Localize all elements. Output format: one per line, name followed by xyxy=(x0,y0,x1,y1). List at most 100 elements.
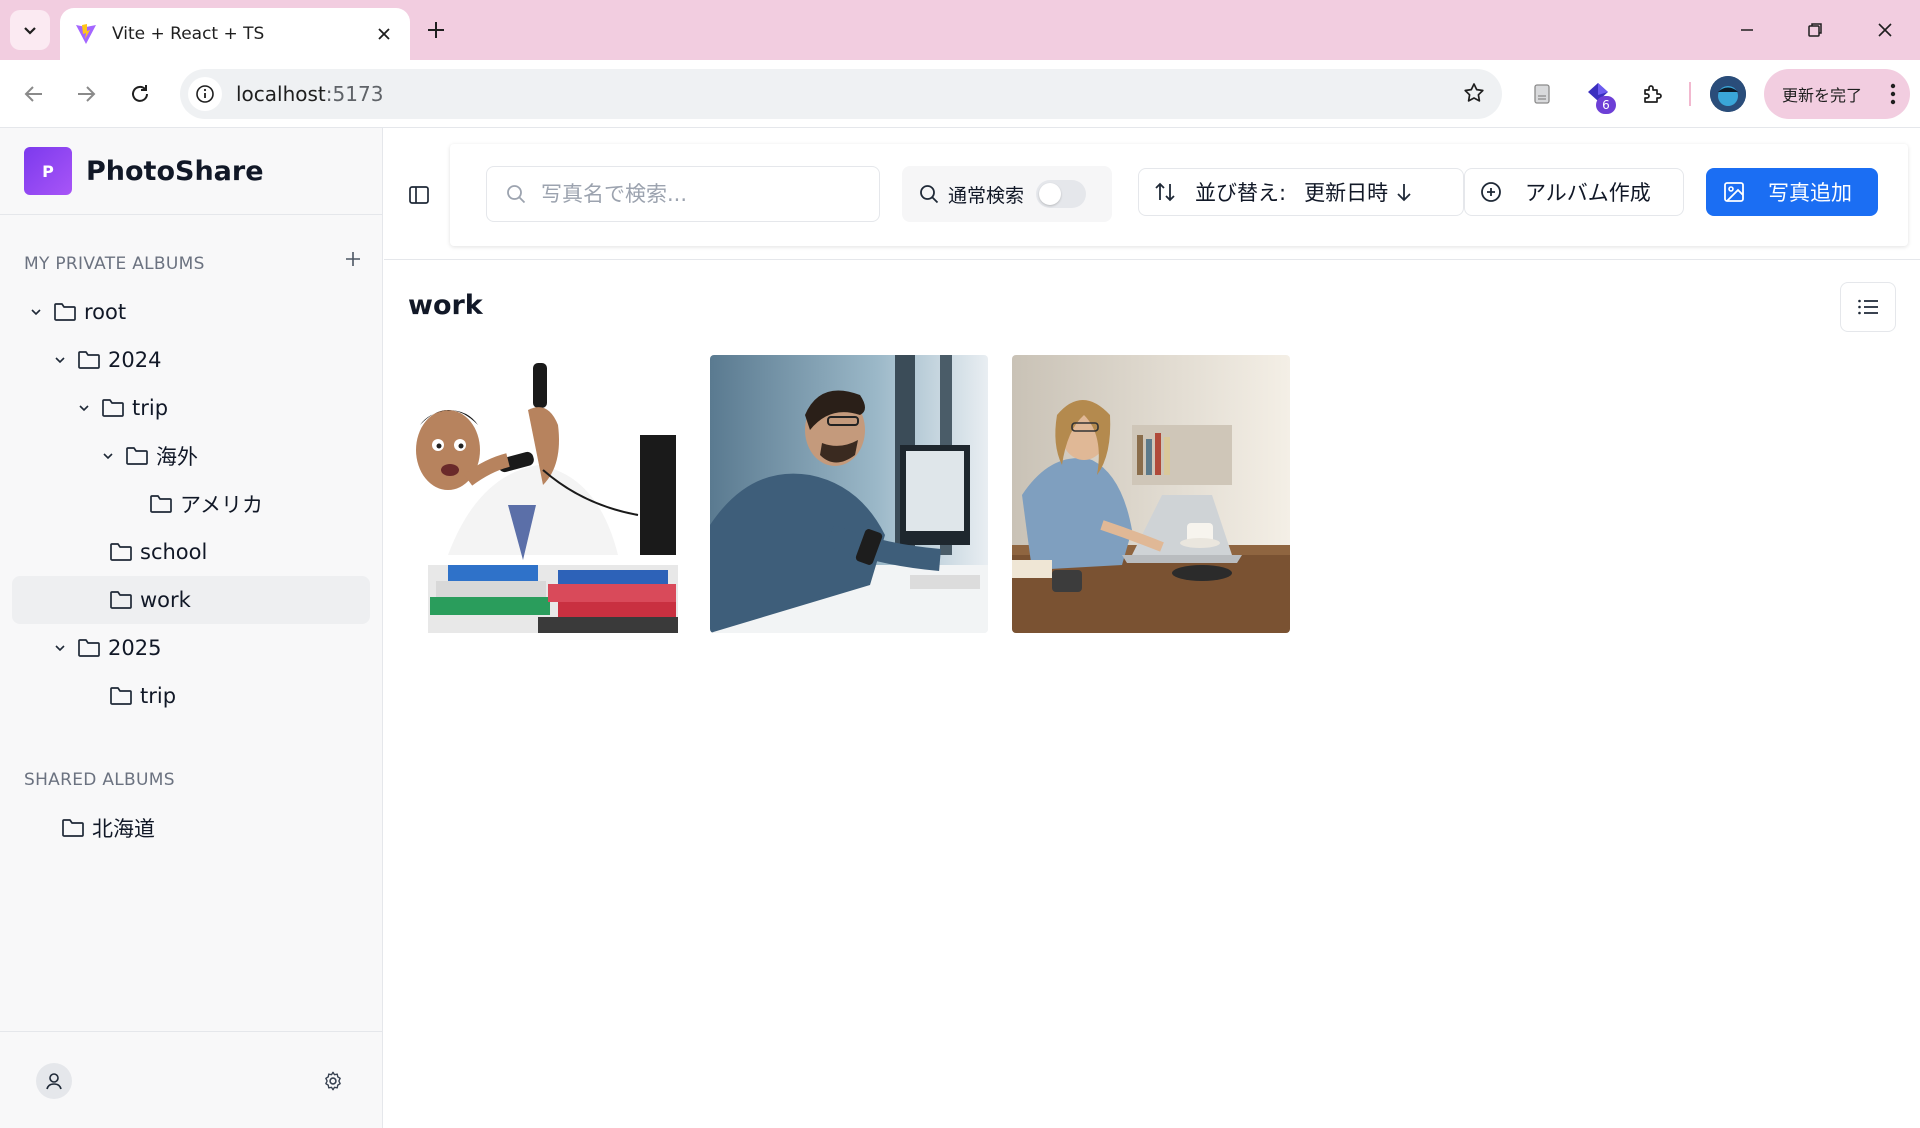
album-item-root[interactable]: root xyxy=(26,288,366,336)
album-item-school[interactable]: school xyxy=(102,528,366,576)
album-label: trip xyxy=(140,684,177,708)
sort-arrows-icon xyxy=(1155,182,1175,202)
album-item-2024[interactable]: 2024 xyxy=(50,336,366,384)
man-at-computer-photo xyxy=(710,355,988,633)
album-item-trip-2025[interactable]: trip xyxy=(102,672,366,720)
chevron-down-icon xyxy=(103,453,113,460)
header-divider xyxy=(384,259,1920,260)
view-mode-button[interactable] xyxy=(1840,282,1896,332)
album-label: 2025 xyxy=(108,636,162,660)
more-menu-button[interactable] xyxy=(1890,83,1896,109)
reading-mode-button[interactable] xyxy=(1522,74,1562,114)
album-item-overseas[interactable]: 海外 xyxy=(98,432,366,480)
back-button[interactable] xyxy=(14,74,54,114)
sidebar: P PhotoShare MY PRIVATE ALBUMS root 2024… xyxy=(0,128,383,1128)
plus-circle-icon xyxy=(1481,182,1501,202)
woman-on-laptop-photo xyxy=(1012,355,1290,633)
image-icon xyxy=(1724,182,1744,202)
chevron-down-icon xyxy=(24,27,36,35)
chevron-down-icon xyxy=(55,645,65,652)
expand-toggle[interactable] xyxy=(74,398,94,418)
extensions-menu-button[interactable] xyxy=(1632,74,1672,114)
sidebar-toggle-button[interactable] xyxy=(404,180,434,210)
album-label: school xyxy=(140,540,208,564)
add-album-button[interactable] xyxy=(340,246,366,272)
sort-value: 更新日時 xyxy=(1304,181,1389,205)
album-label: 2024 xyxy=(108,348,162,372)
site-info-button[interactable] xyxy=(188,77,222,111)
settings-button[interactable] xyxy=(318,1066,348,1096)
restore-button[interactable] xyxy=(1788,8,1842,52)
close-tab-button[interactable] xyxy=(372,22,396,46)
update-chrome-button[interactable]: 更新を完了 xyxy=(1764,69,1910,119)
toolbar-divider xyxy=(1689,82,1691,106)
plus-icon xyxy=(346,252,360,266)
shared-album-item-hokkaido[interactable]: 北海道 xyxy=(54,804,366,852)
album-item-america[interactable]: アメリカ xyxy=(142,480,366,528)
album-label: trip xyxy=(132,396,169,420)
sort-button[interactable]: 並び替え: 更新日時 xyxy=(1138,168,1464,216)
top-toolbar: 通常検索 並び替え: 更新日時 アルバム作成 写真追加 xyxy=(450,144,1908,246)
album-label: 北海道 xyxy=(92,817,155,841)
folder-icon xyxy=(108,539,134,565)
chevron-down-icon xyxy=(79,405,89,412)
folder-icon xyxy=(76,347,102,373)
browser-toolbar: localhost:5173 6 更新を完了 xyxy=(0,60,1920,128)
bookmark-star-button[interactable] xyxy=(1462,81,1486,109)
folder-icon xyxy=(108,587,134,613)
album-label: work xyxy=(140,588,191,612)
photo-thumbnail[interactable] xyxy=(710,355,988,633)
search-mode-switch[interactable] xyxy=(1036,180,1087,208)
expand-toggle[interactable] xyxy=(50,638,70,658)
search-box[interactable] xyxy=(486,166,880,222)
search-mode-label: 通常検索 xyxy=(948,184,1025,207)
stressed-man-phones-photo xyxy=(408,355,686,633)
photo-thumbnail[interactable] xyxy=(408,355,686,633)
address-bar[interactable]: localhost:5173 xyxy=(180,69,1502,119)
forward-button[interactable] xyxy=(66,74,106,114)
album-item-work[interactable]: work xyxy=(12,576,370,624)
album-item-trip[interactable]: trip xyxy=(74,384,366,432)
star-icon xyxy=(1464,83,1484,102)
extension-button[interactable]: 6 xyxy=(1578,74,1618,114)
gear-icon xyxy=(325,1071,341,1091)
arrow-right-icon xyxy=(78,86,96,102)
browser-tab-bar: Vite + React + TS xyxy=(0,0,1920,60)
tab-list-button[interactable] xyxy=(10,10,50,50)
puzzle-icon xyxy=(1644,85,1662,103)
folder-icon xyxy=(100,395,126,421)
search-icon xyxy=(507,185,526,204)
expand-toggle[interactable] xyxy=(98,446,118,466)
folder-icon xyxy=(124,443,150,469)
close-icon xyxy=(1878,23,1892,37)
album-title: work xyxy=(408,290,483,321)
expand-toggle[interactable] xyxy=(50,350,70,370)
user-account-button[interactable] xyxy=(36,1063,72,1099)
chevron-down-icon xyxy=(31,309,41,316)
minimize-button[interactable] xyxy=(1720,8,1774,52)
search-input[interactable] xyxy=(541,182,841,206)
folder-icon xyxy=(148,491,174,517)
reload-button[interactable] xyxy=(120,74,160,114)
search-mode-toggle[interactable]: 通常検索 xyxy=(902,166,1112,222)
browser-tab[interactable]: Vite + React + TS xyxy=(60,8,410,60)
close-window-button[interactable] xyxy=(1858,8,1912,52)
expand-toggle[interactable] xyxy=(26,302,46,322)
brand-name: PhotoShare xyxy=(86,155,264,187)
create-album-button[interactable]: アルバム作成 xyxy=(1464,168,1684,216)
album-label: アメリカ xyxy=(180,493,263,517)
photo-grid xyxy=(408,355,1290,633)
vite-logo-icon xyxy=(76,24,96,44)
add-photo-button[interactable]: 写真追加 xyxy=(1706,168,1878,216)
folder-icon xyxy=(52,299,78,325)
new-tab-button[interactable] xyxy=(418,12,454,48)
photo-thumbnail[interactable] xyxy=(1012,355,1290,633)
profile-avatar[interactable] xyxy=(1710,76,1746,112)
add-photo-label: 写真追加 xyxy=(1768,181,1852,205)
list-icon xyxy=(1858,299,1878,315)
brand: P PhotoShare xyxy=(0,128,383,215)
search-icon xyxy=(920,185,939,204)
album-label: 海外 xyxy=(156,445,198,469)
sort-label: 並び替え: xyxy=(1195,181,1287,205)
album-item-2025[interactable]: 2025 xyxy=(50,624,366,672)
